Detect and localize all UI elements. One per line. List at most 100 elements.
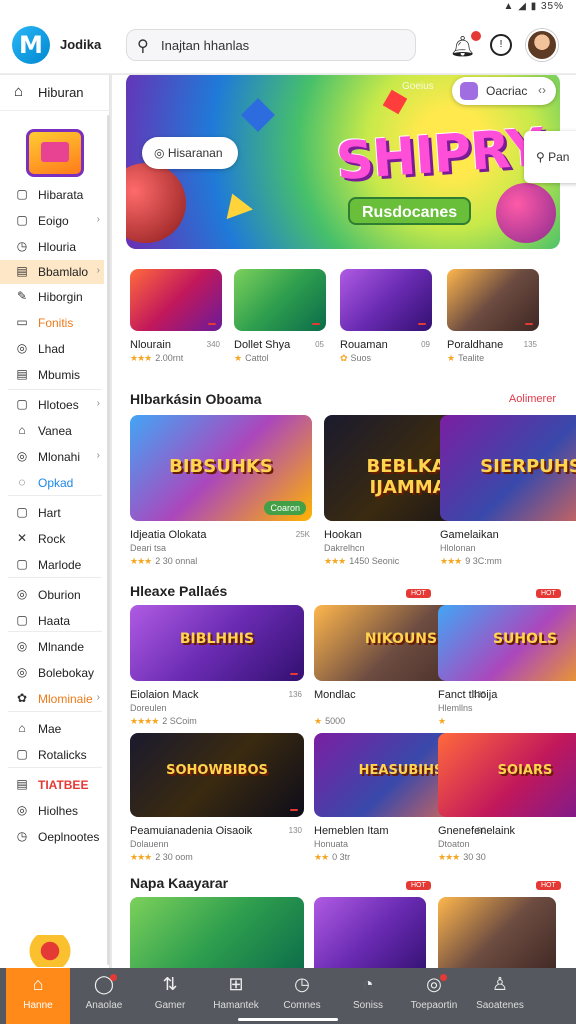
nav-item-4[interactable]: ◷ Comnes (270, 968, 334, 1024)
sidebar-item-label: Bbamlalo (38, 265, 89, 279)
game-meta-row: ★★★ 1450 Seonic (324, 556, 399, 567)
sidebar-item[interactable]: ▢ Eoigo › (0, 209, 104, 233)
promo-badge-image[interactable] (26, 129, 84, 177)
sidebar-item-label: Hiborgin (38, 290, 83, 304)
game-thumbnail[interactable]: SOIARS (438, 733, 576, 817)
game-tag (290, 809, 298, 811)
nav-label: Soniss (352, 1000, 383, 1011)
sidebar-item[interactable]: ◎ Hiolhes (0, 799, 104, 823)
sidebar-scrollbar[interactable] (107, 115, 110, 965)
game-name: Rouaman (340, 339, 388, 351)
game-count: 130 (288, 826, 302, 835)
game-card[interactable]: SUHOLSFanct tlhoija205Hlemllns★ (438, 605, 576, 727)
nav-item-5[interactable]: ◔ Soniss (336, 968, 400, 1024)
game-thumbnail[interactable] (314, 897, 426, 968)
sidebar-item[interactable]: ◷ Hlouria (0, 235, 104, 259)
sidebar-header[interactable]: ⌂ Hiburan (0, 75, 110, 111)
main-content: Goeius Oacriac ‹› SHIPRY Rusdocanes ◎ Hi… (112, 75, 576, 968)
game-card[interactable]: BIBLHHIS Eiolaion Mack 136 Doreulen ★★★★ 2 SC… (130, 605, 304, 727)
sidebar-item[interactable]: ◷ Oeplnootes (0, 825, 104, 849)
sidebar-item[interactable]: ▢ Hlotoes › (0, 393, 104, 417)
game-meta-row: ★★★ 9 3C:mm (440, 556, 502, 567)
hero-pill[interactable]: Oacriac ‹› (452, 77, 556, 105)
game-card[interactable]: SOIARSGnenefenelaink03Dtoaton★★★30 30 (438, 733, 576, 863)
sidebar-item[interactable]: ◎ Mlnande (0, 635, 104, 659)
notification-dot (471, 31, 482, 41)
game-thumbnail[interactable] (438, 897, 556, 968)
game-thumbnail[interactable]: SUHOLS (438, 605, 576, 681)
nav-icon: ♙ (491, 974, 509, 994)
sidebar-item[interactable]: ▤ TIATBEE (0, 773, 104, 797)
nav-item-7[interactable]: ♙ Saoatenes (468, 968, 532, 1024)
hero-banner[interactable]: Goeius Oacriac ‹› SHIPRY Rusdocanes ◎ Hi… (126, 75, 560, 249)
game-card[interactable]: SOHOWBIBOS Peamuianadenia Oisaoik 130 Dolau… (130, 733, 304, 863)
game-count: 05 (315, 340, 324, 349)
sidebar-item[interactable]: ▢ Hart (0, 501, 104, 525)
nav-item-3[interactable]: ⊞ Hamantek (204, 968, 268, 1024)
nav-label: Toepaortin (410, 1000, 458, 1011)
game-thumbnail[interactable] (447, 269, 539, 331)
game-plays: 2 30 onnal (155, 556, 198, 566)
hero-search-chip[interactable]: ◎ Hisaranan (142, 137, 238, 169)
game-title-art: SOHOWBIBOS (166, 763, 268, 778)
sidebar-item-icon: ◌ (18, 475, 26, 489)
game-card[interactable]: Nlourain 340 ★★★ 2.00rnt (130, 269, 222, 377)
sidebar-item[interactable]: ▤ Mbumis (0, 363, 104, 387)
hero-gem-art (382, 89, 408, 115)
sidebar-item[interactable]: ▭ Fonitis (0, 311, 104, 335)
nav-item-0[interactable]: ⌂ Hanne (6, 968, 70, 1024)
game-card[interactable]: SIERPUHSGamelaikan3.62Hlolonan★★★9 3C:mm (440, 415, 576, 567)
sidebar-item[interactable]: ◎ Mlonahi › (0, 445, 104, 469)
clock-icon[interactable]: ! (490, 34, 512, 56)
sidebar-item[interactable]: ▢ Rotalicks (0, 743, 104, 767)
nav-item-1[interactable]: ◯ Anaolae (72, 968, 136, 1024)
game-meta-row: ★ Cattol (234, 353, 269, 364)
sidebar-item[interactable]: ◎ Bolebokay (0, 661, 104, 685)
sidebar-item-icon: ⌂ (18, 721, 26, 735)
game-thumbnail[interactable]: SIERPUHS (440, 415, 576, 521)
play-badge[interactable]: Coaron (264, 501, 306, 515)
sidebar-item[interactable]: ◎ Lhad (0, 337, 104, 361)
sidebar-item[interactable]: ▢ Marlode (0, 553, 104, 577)
game-title-art: SOIARS (497, 763, 553, 778)
section-link-see-all[interactable]: Aolimerer (509, 393, 556, 405)
game-thumbnail[interactable] (340, 269, 432, 331)
sidebar-item-icon: ◎ (16, 587, 28, 601)
hot-badge: HOT (406, 881, 431, 890)
game-card[interactable]: Poraldhane 135 ★ Tealite (447, 269, 539, 377)
game-thumbnail[interactable]: BIBLHHIS (130, 605, 304, 681)
sidebar-item[interactable]: ◎ Oburion (0, 583, 104, 607)
avatar[interactable] (526, 29, 558, 61)
hero-subtitle-button[interactable]: Rusdocanes (348, 197, 472, 225)
game-card[interactable]: Rouaman 09 ✿ Suos (340, 269, 432, 377)
search-input[interactable] (161, 35, 401, 55)
sidebar-item[interactable]: ⌂ Vanea (0, 419, 104, 443)
bell-icon[interactable]: 🔔︎ (450, 31, 482, 59)
sidebar-item[interactable]: ✕ Rock (0, 527, 104, 551)
game-thumbnail[interactable] (234, 269, 326, 331)
game-card[interactable]: BIBSUHKS Coaron Idjeatia Olokata 25K Deari t… (130, 415, 312, 567)
game-plays: 2 30 oom (155, 852, 193, 862)
game-thumbnail[interactable]: SOHOWBIBOS (130, 733, 304, 817)
game-thumbnail[interactable] (130, 269, 222, 331)
chevron-right-icon: › (96, 265, 100, 276)
sidebar-item[interactable]: ✿ Mlominaie › (0, 687, 104, 711)
hero-side-card[interactable]: ⚲ Pan (524, 131, 576, 183)
sidebar-item[interactable]: ⌂ Mae (0, 717, 104, 741)
hero-title: SHIPRY (334, 117, 546, 193)
game-thumbnail[interactable]: BIBSUHKS Coaron (130, 415, 312, 521)
sidebar-item[interactable]: ◌ Opkad (0, 471, 104, 495)
game-thumbnail[interactable] (130, 897, 304, 968)
notification-dot (440, 974, 447, 981)
sidebar-item[interactable]: ▢ Haata (0, 609, 104, 633)
game-card[interactable]: Dollet Shya 05 ★ Cattol (234, 269, 326, 377)
search-box[interactable]: ⚲ (126, 29, 416, 61)
nav-icon: ◔ (362, 974, 374, 994)
nav-item-6[interactable]: ◎ Toepaortin (402, 968, 466, 1024)
sidebar-item[interactable]: ▢ Hibarata (0, 183, 104, 207)
app-logo[interactable]: M (12, 26, 50, 64)
nav-item-2[interactable]: ⇅ Gamer (138, 968, 202, 1024)
sidebar-divider (8, 577, 102, 578)
sidebar-item[interactable]: ✎ Hiborgin (0, 285, 104, 309)
sidebar-item[interactable]: ▤ Bbamlalo › (0, 260, 104, 284)
